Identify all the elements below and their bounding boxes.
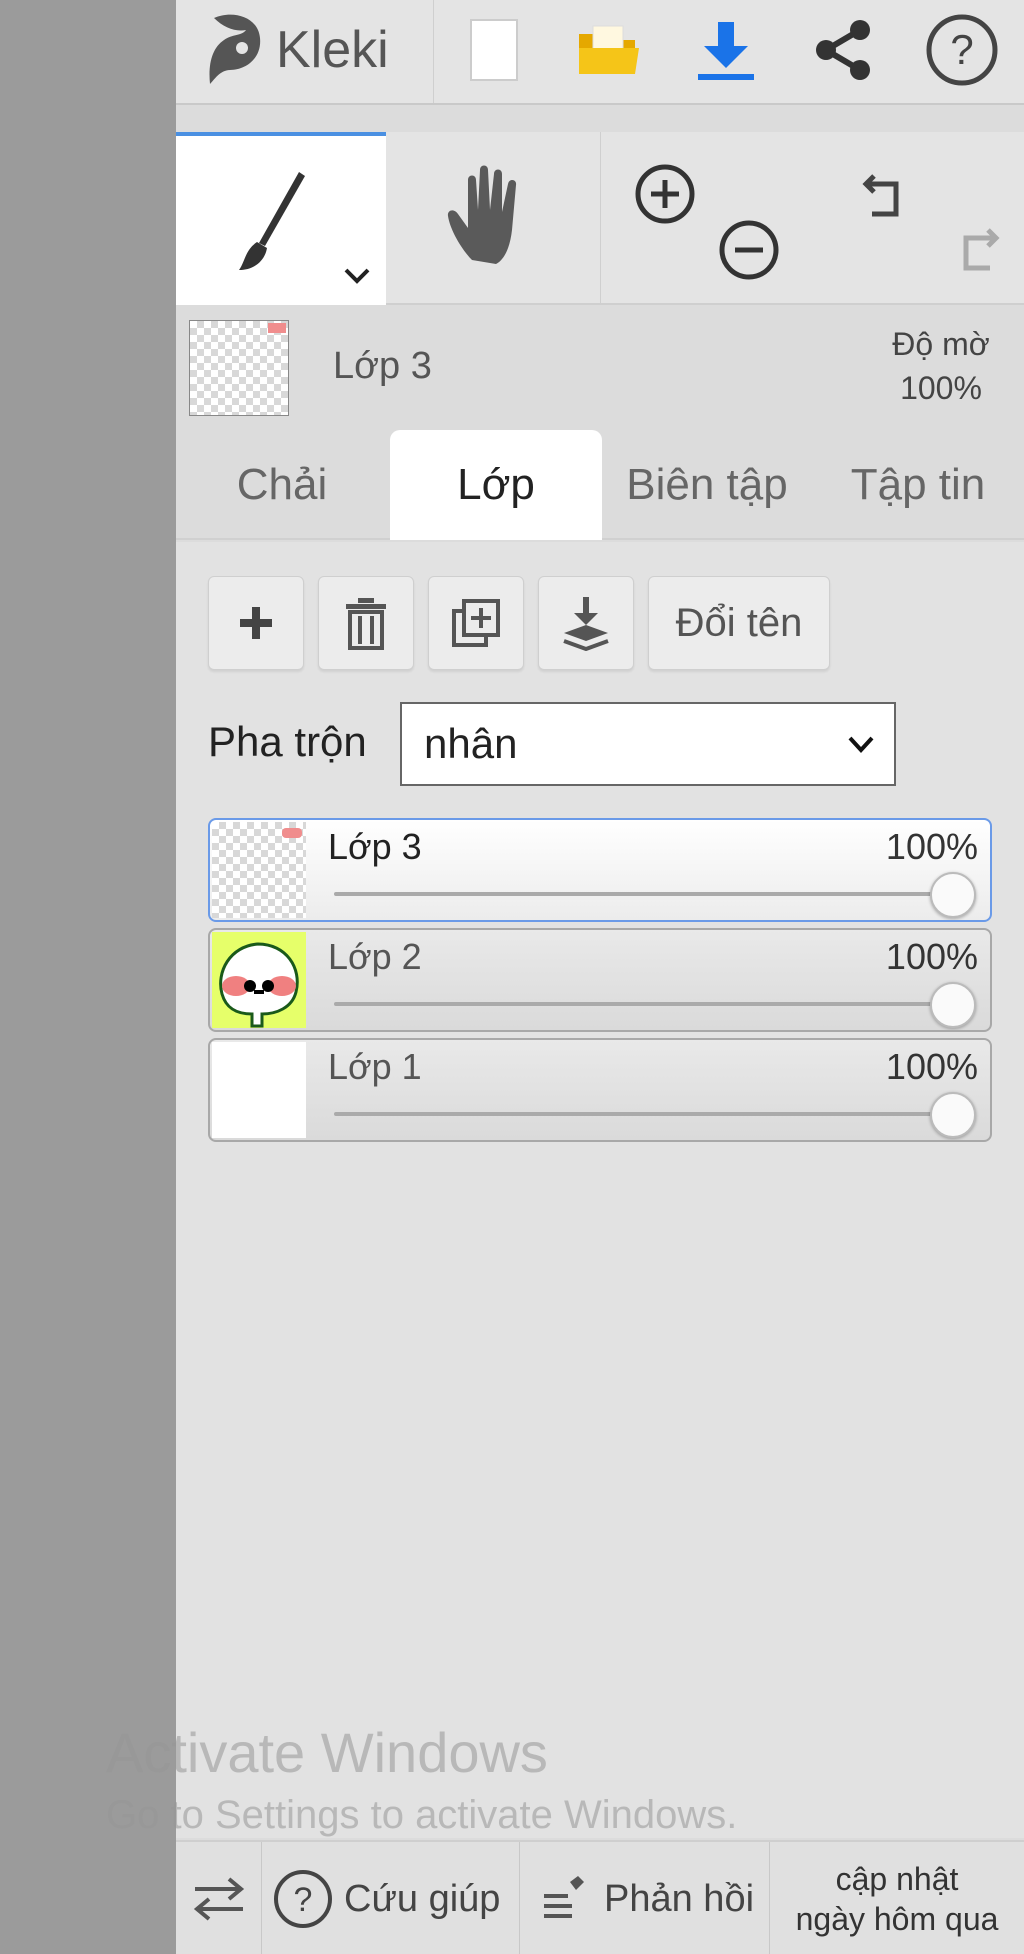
layer-name: Lớp 3: [328, 826, 422, 867]
blend-mode-select[interactable]: nhân: [400, 702, 896, 786]
chevron-down-icon: [848, 736, 874, 753]
top-toolbar: Kleki ?: [176, 0, 1024, 105]
layer-thumbnail: [212, 932, 306, 1028]
help-icon: ?: [926, 14, 998, 86]
tab-layers[interactable]: Lớp: [390, 430, 602, 540]
delete-layer-button[interactable]: [318, 576, 414, 670]
hand-icon: [447, 165, 517, 264]
layer-opacity: 100%: [885, 1046, 978, 1087]
tool-row: [176, 132, 1024, 305]
merge-down-icon: [563, 597, 609, 651]
layer-opacity-slider[interactable]: [930, 872, 976, 918]
download-button[interactable]: [678, 0, 774, 100]
layer-opacity-track: [334, 1002, 960, 1006]
layer-row-2[interactable]: Lớp 2 100%: [208, 928, 992, 1032]
app-name: Kleki: [276, 21, 389, 79]
layer-opacity: 100%: [885, 826, 978, 867]
thumbnail-mark: [282, 828, 302, 838]
current-layer-opacity: Độ mờ 100%: [866, 322, 1016, 410]
download-icon: [698, 22, 754, 80]
layer-opacity-track: [334, 1112, 960, 1116]
layer-name: Lớp 1: [328, 1046, 422, 1087]
brush-tool[interactable]: [176, 132, 386, 305]
tab-file[interactable]: Tập tin: [812, 430, 1024, 540]
layer-name: Lớp 2: [328, 936, 422, 977]
chevron-down-icon[interactable]: [342, 266, 372, 286]
plus-icon: [240, 607, 272, 639]
thumbnail-mark: [268, 323, 286, 333]
layer-opacity: 100%: [885, 936, 978, 977]
rename-layer-button[interactable]: Đổi tên: [648, 576, 830, 670]
tab-edit[interactable]: Biên tập: [602, 430, 812, 540]
zoom-controls: [600, 132, 812, 305]
opacity-value: 100%: [900, 370, 982, 406]
new-file-icon: [470, 19, 518, 81]
swap-arrows-icon: [193, 1877, 244, 1921]
hand-tool[interactable]: [386, 132, 598, 305]
undo-icon[interactable]: [858, 162, 922, 226]
redo-icon[interactable]: [942, 216, 1006, 280]
opacity-label: Độ mờ: [892, 326, 990, 362]
layers-panel: Đổi tên Pha trộn nhân Lớp 3 100% Lớp 2 1…: [176, 542, 1024, 1838]
current-layer-name: Lớp 3: [333, 345, 432, 387]
layer-thumbnail: [212, 822, 306, 918]
svg-text:?: ?: [950, 26, 973, 73]
duplicate-icon: [452, 599, 500, 647]
layer-opacity-slider[interactable]: [930, 982, 976, 1028]
zoom-out-icon[interactable]: [717, 218, 781, 282]
brush-icon: [239, 172, 305, 270]
new-file-button[interactable]: [446, 0, 542, 100]
open-folder-icon: [579, 25, 639, 74]
footer-bar: ? Cứu giúp Phản hồi cập nhật ngày hôm qu…: [176, 1840, 1024, 1954]
trash-icon: [346, 598, 386, 650]
feedback-icon: [544, 1876, 584, 1918]
zoom-in-icon[interactable]: [633, 162, 697, 226]
layer-row-1[interactable]: Lớp 1 100%: [208, 1038, 992, 1142]
layer-opacity-slider[interactable]: [930, 1092, 976, 1138]
layer-thumbnail: [212, 1042, 306, 1138]
kleki-logo-icon: [209, 14, 261, 85]
tab-bar: Chải Lớp Biên tập Tập tin: [176, 430, 1024, 540]
tab-brush[interactable]: Chải: [176, 430, 388, 540]
blend-mode-label: Pha trộn: [208, 718, 367, 765]
changelog-link[interactable]: cập nhật ngày hôm qua: [770, 1842, 1024, 1954]
update-line-2: ngày hôm qua: [795, 1901, 999, 1937]
open-file-button[interactable]: [561, 0, 657, 100]
merge-down-button[interactable]: [538, 576, 634, 670]
activate-windows-title: Activate Windows: [106, 1721, 548, 1784]
swap-sides-button[interactable]: [176, 1842, 262, 1954]
help-button[interactable]: ?: [914, 0, 1010, 100]
activate-windows-subtitle: Go to Settings to activate Windows.: [106, 1793, 738, 1837]
help-link[interactable]: ? Cứu giúp: [262, 1842, 520, 1954]
update-line-1: cập nhật: [835, 1861, 959, 1897]
help-label: Cứu giúp: [344, 1877, 501, 1920]
layer-row-3[interactable]: Lớp 3 100%: [208, 818, 992, 922]
feedback-link[interactable]: Phản hồi: [520, 1842, 770, 1954]
help-icon: ?: [274, 1870, 332, 1928]
blend-mode-value: nhân: [424, 720, 518, 767]
current-layer-thumbnail: [189, 320, 289, 416]
add-layer-button[interactable]: [208, 576, 304, 670]
share-icon: [816, 20, 870, 80]
layer-opacity-track: [334, 892, 960, 896]
character-thumbnail-icon: [219, 942, 299, 1028]
svg-text:?: ?: [294, 1881, 313, 1919]
history-controls: [812, 132, 1024, 305]
feedback-label: Phản hồi: [604, 1877, 755, 1920]
kleki-logo[interactable]: Kleki: [176, 0, 434, 103]
share-button[interactable]: [796, 0, 892, 100]
side-panel: Kleki ? Lớp 3 Độ mờ 100% Chải Lớp Biên t…: [176, 0, 1024, 1954]
duplicate-layer-button[interactable]: [428, 576, 524, 670]
